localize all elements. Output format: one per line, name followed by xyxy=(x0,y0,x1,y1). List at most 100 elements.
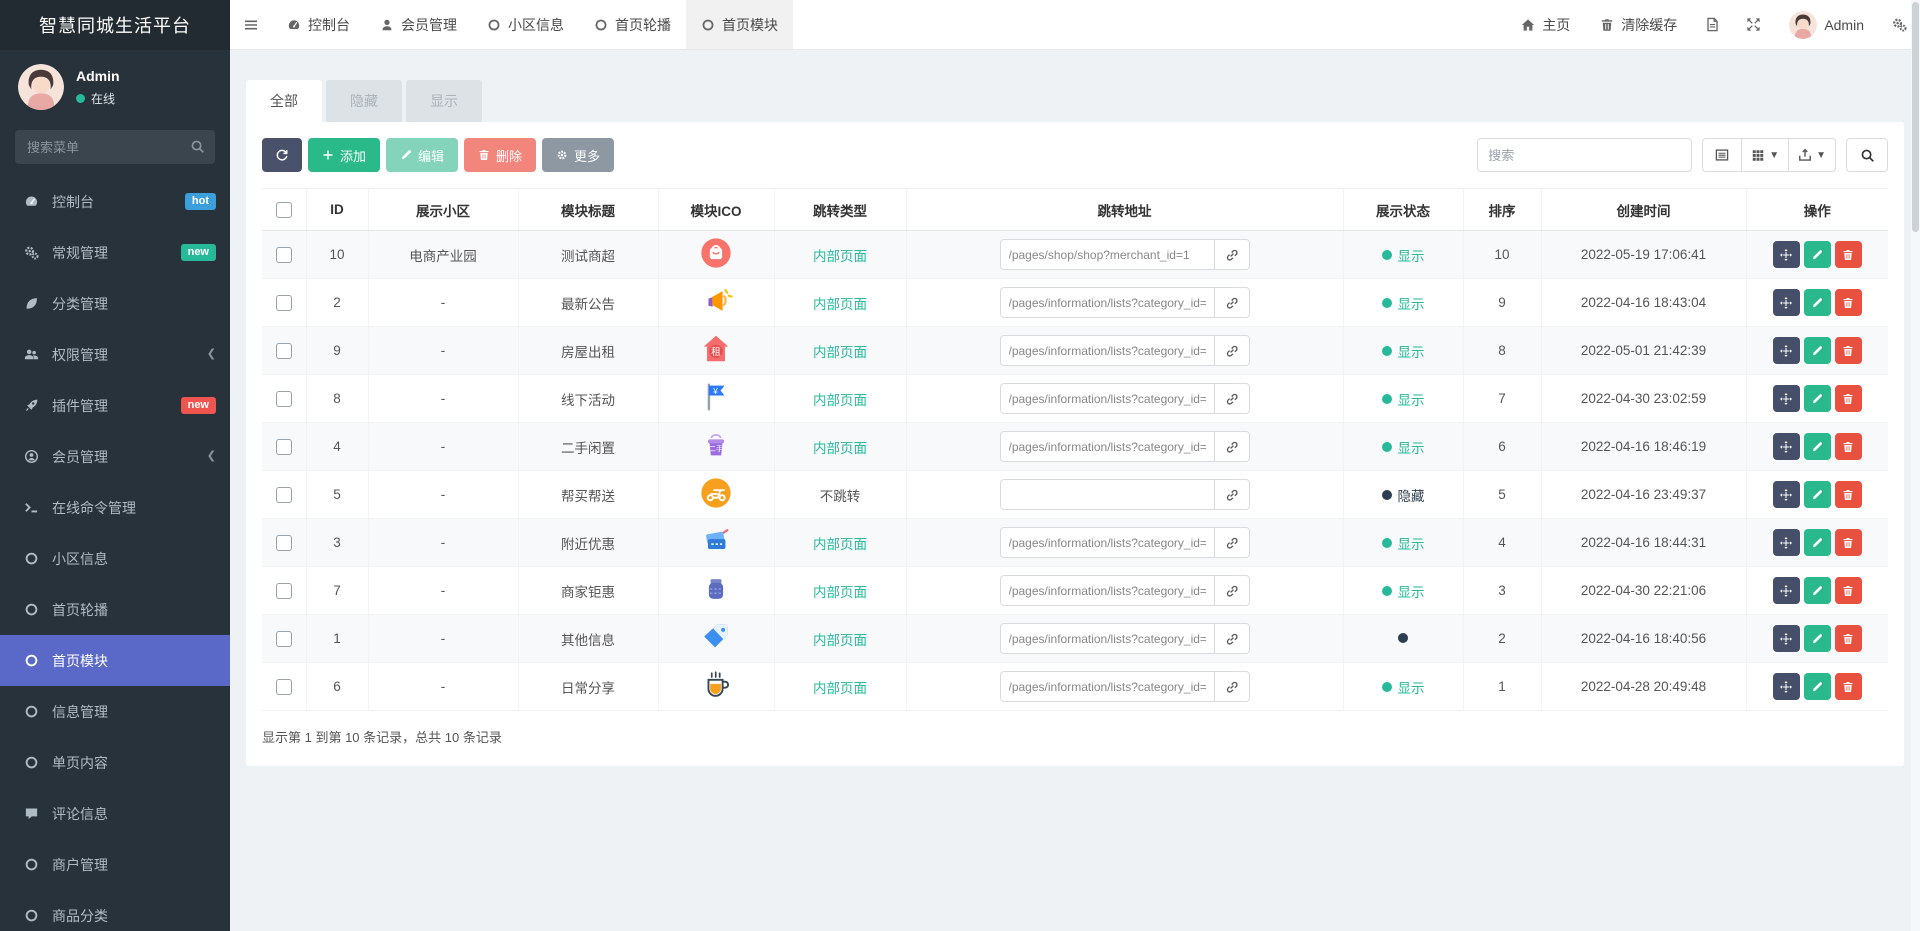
row-checkbox[interactable] xyxy=(275,294,292,311)
menu-search-input[interactable] xyxy=(15,130,215,164)
scrollbar-thumb[interactable] xyxy=(1912,2,1919,232)
status-badge[interactable]: 显示 xyxy=(1381,437,1425,457)
row-drag-button[interactable] xyxy=(1772,481,1800,508)
row-delete-button[interactable] xyxy=(1834,241,1862,268)
row-delete-button[interactable] xyxy=(1834,529,1862,556)
link-button[interactable] xyxy=(1213,527,1250,558)
detail-view-button[interactable] xyxy=(1702,138,1743,172)
row-delete-button[interactable] xyxy=(1834,577,1862,604)
export-button[interactable]: ▼ xyxy=(1789,138,1836,172)
sidebar-item-plugins[interactable]: 插件管理 new xyxy=(0,380,230,431)
cell-jump-type[interactable]: 内部页面 xyxy=(813,393,867,408)
status-badge[interactable]: 显示 xyxy=(1381,533,1425,553)
row-delete-button[interactable] xyxy=(1834,289,1862,316)
row-drag-button[interactable] xyxy=(1772,673,1800,700)
sidebar-item-home-modules[interactable]: 首页模块 xyxy=(0,635,230,686)
jump-url-input[interactable] xyxy=(999,383,1214,414)
cell-jump-type[interactable]: 内部页面 xyxy=(813,249,867,264)
cell-jump-type[interactable]: 内部页面 xyxy=(813,633,867,648)
columns-button[interactable]: ▼ xyxy=(1742,138,1790,172)
link-button[interactable] xyxy=(1213,671,1250,702)
sidebar-item-community-info[interactable]: 小区信息 xyxy=(0,533,230,584)
link-button[interactable] xyxy=(1213,239,1250,270)
row-edit-button[interactable] xyxy=(1803,529,1831,556)
row-edit-button[interactable] xyxy=(1803,673,1831,700)
row-edit-button[interactable] xyxy=(1803,625,1831,652)
row-delete-button[interactable] xyxy=(1834,625,1862,652)
status-badge[interactable] xyxy=(1398,633,1408,643)
topnav-community-info[interactable]: 小区信息 xyxy=(472,0,579,49)
scrollbar[interactable] xyxy=(1911,0,1920,931)
fullscreen-button[interactable] xyxy=(1733,0,1774,49)
row-checkbox[interactable] xyxy=(275,486,292,503)
link-button[interactable] xyxy=(1213,335,1250,366)
row-delete-button[interactable] xyxy=(1834,481,1862,508)
cell-jump-type[interactable]: 内部页面 xyxy=(813,537,867,552)
link-button[interactable] xyxy=(1213,383,1250,414)
row-checkbox[interactable] xyxy=(275,534,292,551)
row-drag-button[interactable] xyxy=(1772,385,1800,412)
row-edit-button[interactable] xyxy=(1803,289,1831,316)
refresh-button[interactable] xyxy=(262,138,302,172)
hamburger-button[interactable] xyxy=(230,0,272,49)
row-checkbox[interactable] xyxy=(275,582,292,599)
filter-tab-0[interactable]: 全部 xyxy=(246,80,322,122)
cell-jump-type[interactable]: 内部页面 xyxy=(813,297,867,312)
status-badge[interactable]: 显示 xyxy=(1381,677,1425,697)
row-drag-button[interactable] xyxy=(1772,577,1800,604)
jump-url-input[interactable] xyxy=(999,287,1214,318)
row-checkbox[interactable] xyxy=(275,342,292,359)
sidebar-item-category[interactable]: 分类管理 xyxy=(0,278,230,329)
row-edit-button[interactable] xyxy=(1803,577,1831,604)
status-badge[interactable]: 显示 xyxy=(1381,245,1425,265)
topnav-home-carousel[interactable]: 首页轮播 xyxy=(579,0,686,49)
row-checkbox[interactable] xyxy=(275,438,292,455)
row-delete-button[interactable] xyxy=(1834,673,1862,700)
jump-url-input[interactable] xyxy=(999,527,1214,558)
cell-jump-type[interactable]: 内部页面 xyxy=(813,441,867,456)
cell-jump-type[interactable]: 内部页面 xyxy=(813,681,867,696)
user-menu[interactable]: Admin xyxy=(1774,0,1879,49)
row-drag-button[interactable] xyxy=(1772,529,1800,556)
sidebar-item-permission[interactable]: 权限管理 ❮ xyxy=(0,329,230,380)
status-badge[interactable]: 显示 xyxy=(1381,293,1425,313)
link-button[interactable] xyxy=(1213,479,1250,510)
status-badge[interactable]: 显示 xyxy=(1381,389,1425,409)
status-badge[interactable]: 显示 xyxy=(1381,341,1425,361)
sidebar-item-online-command[interactable]: 在线命令管理 xyxy=(0,482,230,533)
topnav-dashboard[interactable]: 控制台 xyxy=(272,0,365,49)
more-button[interactable]: 更多 xyxy=(542,138,615,172)
row-edit-button[interactable] xyxy=(1803,337,1831,364)
row-edit-button[interactable] xyxy=(1803,385,1831,412)
edit-button[interactable]: 编辑 xyxy=(386,138,459,172)
table-search-input[interactable] xyxy=(1477,138,1693,172)
jump-url-input[interactable] xyxy=(999,479,1214,510)
delete-button[interactable]: 删除 xyxy=(464,138,537,172)
select-all-checkbox[interactable] xyxy=(275,201,292,218)
sidebar-item-general[interactable]: 常规管理 new xyxy=(0,227,230,278)
clear-cache-button[interactable]: 清除缓存 xyxy=(1585,0,1692,49)
sidebar-item-comments[interactable]: 评论信息 xyxy=(0,788,230,839)
row-drag-button[interactable] xyxy=(1772,433,1800,460)
topnav-members[interactable]: 会员管理 xyxy=(365,0,472,49)
link-button[interactable] xyxy=(1213,623,1250,654)
row-edit-button[interactable] xyxy=(1803,433,1831,460)
jump-url-input[interactable] xyxy=(999,575,1214,606)
sidebar-item-info-manage[interactable]: 信息管理 xyxy=(0,686,230,737)
sidebar-item-single-page[interactable]: 单页内容 xyxy=(0,737,230,788)
row-checkbox[interactable] xyxy=(275,390,292,407)
row-drag-button[interactable] xyxy=(1772,337,1800,364)
home-button[interactable]: 主页 xyxy=(1506,0,1585,49)
jump-url-input[interactable] xyxy=(999,671,1214,702)
row-drag-button[interactable] xyxy=(1772,625,1800,652)
cell-jump-type[interactable]: 内部页面 xyxy=(813,585,867,600)
sidebar-item-merchants[interactable]: 商户管理 xyxy=(0,839,230,890)
cell-jump-type[interactable]: 内部页面 xyxy=(813,345,867,360)
link-button[interactable] xyxy=(1213,431,1250,462)
row-checkbox[interactable] xyxy=(275,246,292,263)
filter-tab-1[interactable]: 隐藏 xyxy=(326,80,402,122)
sidebar-item-home-carousel[interactable]: 首页轮播 xyxy=(0,584,230,635)
row-delete-button[interactable] xyxy=(1834,337,1862,364)
docs-button[interactable] xyxy=(1692,0,1733,49)
jump-url-input[interactable] xyxy=(999,623,1214,654)
